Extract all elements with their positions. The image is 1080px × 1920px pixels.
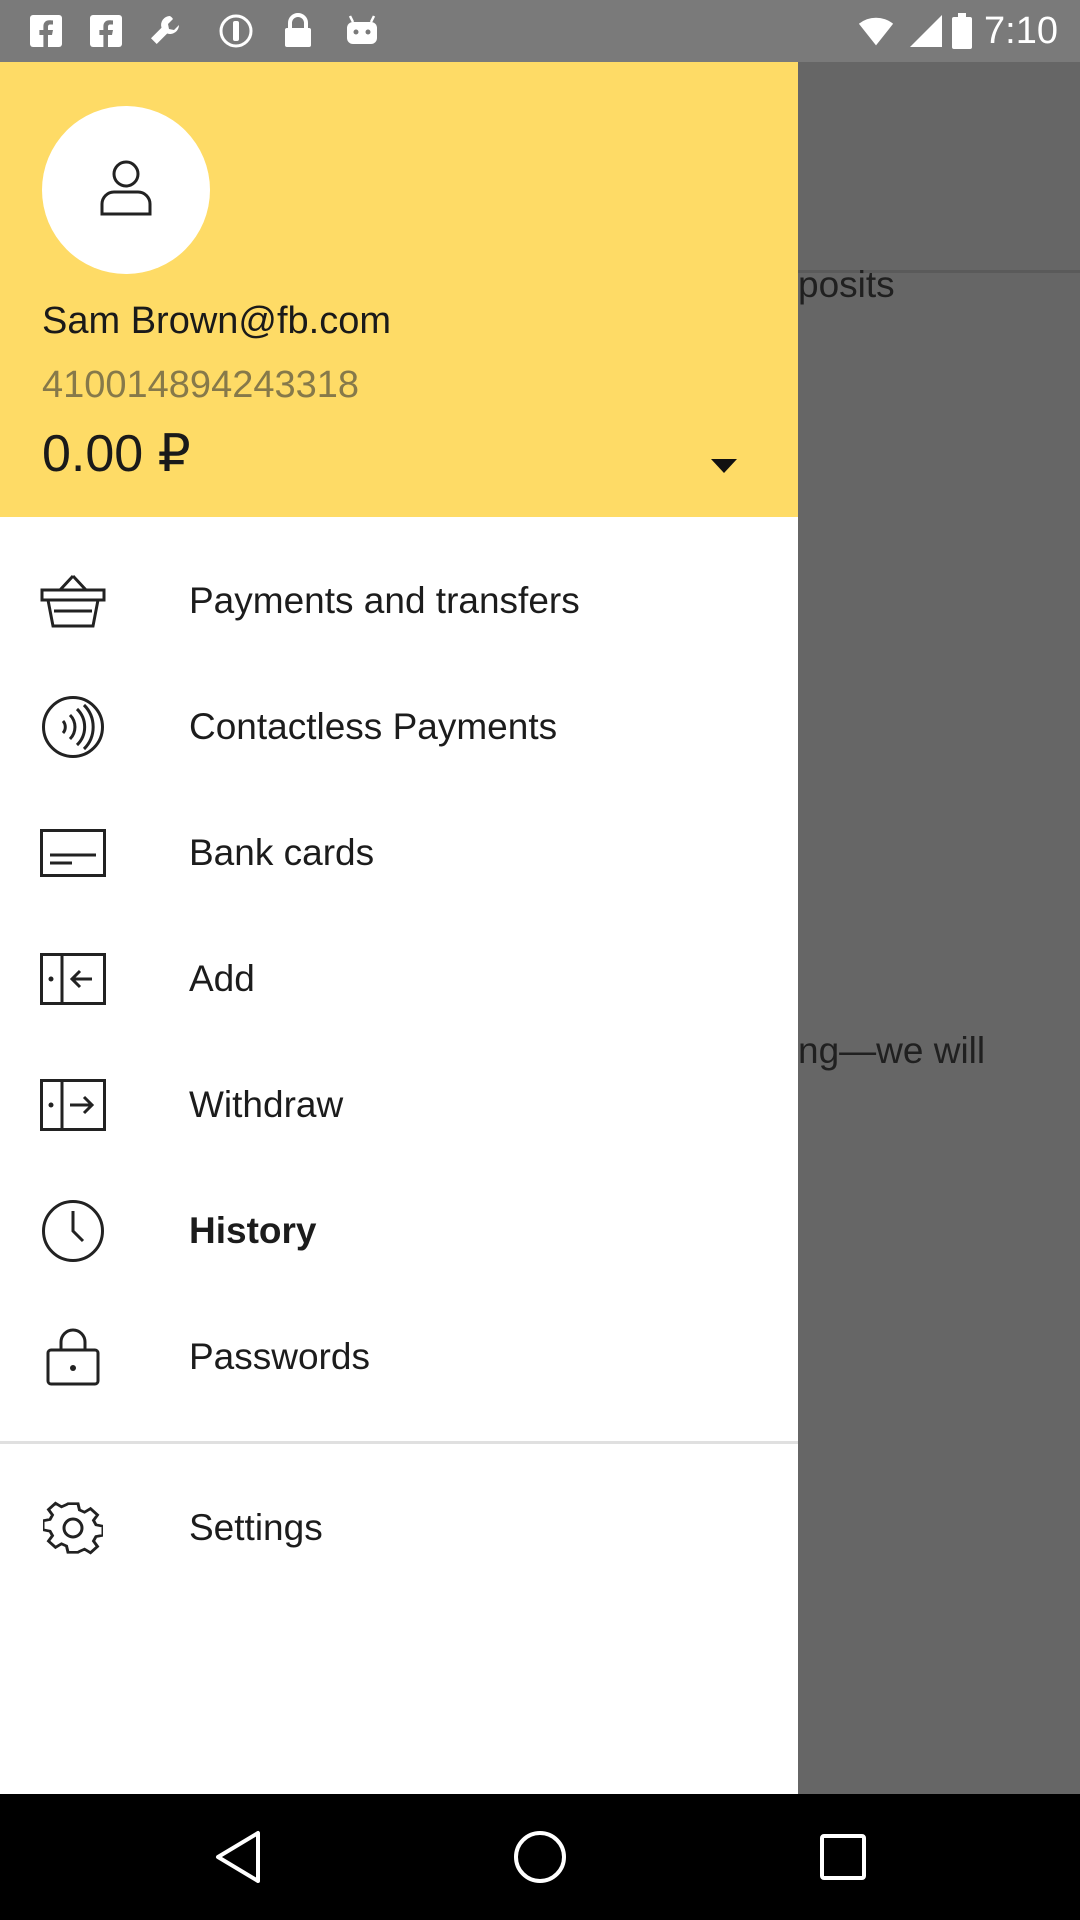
navigation-bar [0, 1794, 1080, 1920]
bank-card-icon [40, 823, 106, 883]
android-icon [344, 13, 380, 49]
lock-icon [280, 13, 316, 49]
background-text-message: ng—we will [798, 1030, 986, 1071]
home-icon[interactable] [507, 1824, 573, 1890]
menu-item-bank-cards[interactable]: Bank cards [0, 790, 798, 916]
facebook-icon [88, 13, 124, 49]
account-balance: 0.00 ₽ [42, 425, 191, 483]
menu-label: Passwords [189, 1336, 370, 1377]
battery-icon [944, 13, 980, 49]
menu-label: Bank cards [189, 832, 375, 873]
user-icon [98, 158, 154, 223]
status-time: 7:10 [984, 10, 1058, 52]
avatar[interactable] [42, 106, 210, 274]
facebook-icon [28, 13, 64, 49]
menu-item-passwords[interactable]: Passwords [0, 1294, 798, 1420]
menu-label: Contactless Payments [189, 706, 558, 747]
menu-label: Add [189, 958, 255, 999]
account-number: 410014894243318 [42, 364, 360, 406]
account-email: Sam Brown@fb.com [42, 300, 392, 342]
background-text-deposits: posits [798, 264, 895, 305]
screen: 7:10 posits ng—we will Sam Brown@fb.com … [0, 0, 1080, 1920]
signal-icon [908, 13, 944, 49]
contactless-icon [40, 696, 106, 758]
wallet-withdraw-icon [40, 1075, 106, 1135]
menu-label: Payments and transfers [189, 580, 580, 621]
recents-icon[interactable] [810, 1824, 876, 1890]
navigation-drawer: Sam Brown@fb.com 410014894243318 0.00 ₽ … [0, 62, 798, 1794]
menu-label: Withdraw [189, 1084, 344, 1125]
wallet-add-icon [40, 949, 106, 1009]
drawer-header: Sam Brown@fb.com 410014894243318 0.00 ₽ [0, 62, 798, 517]
wifi-icon [858, 13, 894, 49]
gear-icon [40, 1498, 106, 1558]
menu-item-payments-and-transfers[interactable]: Payments and transfers [0, 538, 798, 664]
menu-label: Settings [189, 1507, 323, 1548]
basket-icon [40, 571, 106, 631]
lock-icon [40, 1327, 106, 1387]
menu-item-withdraw[interactable]: Withdraw [0, 1042, 798, 1168]
drawer-divider [0, 1441, 798, 1444]
clock-icon [40, 1200, 106, 1262]
menu-label: History [189, 1210, 317, 1251]
chevron-down-icon[interactable] [700, 442, 748, 490]
info-circle-icon [218, 13, 254, 49]
menu-item-add[interactable]: Add [0, 916, 798, 1042]
back-icon[interactable] [204, 1824, 270, 1890]
wrench-icon [148, 13, 184, 49]
status-bar: 7:10 [0, 0, 1080, 62]
menu-item-contactless-payments[interactable]: Contactless Payments [0, 664, 798, 790]
menu-item-settings[interactable]: Settings [0, 1465, 798, 1591]
menu-item-history[interactable]: History [0, 1168, 798, 1294]
